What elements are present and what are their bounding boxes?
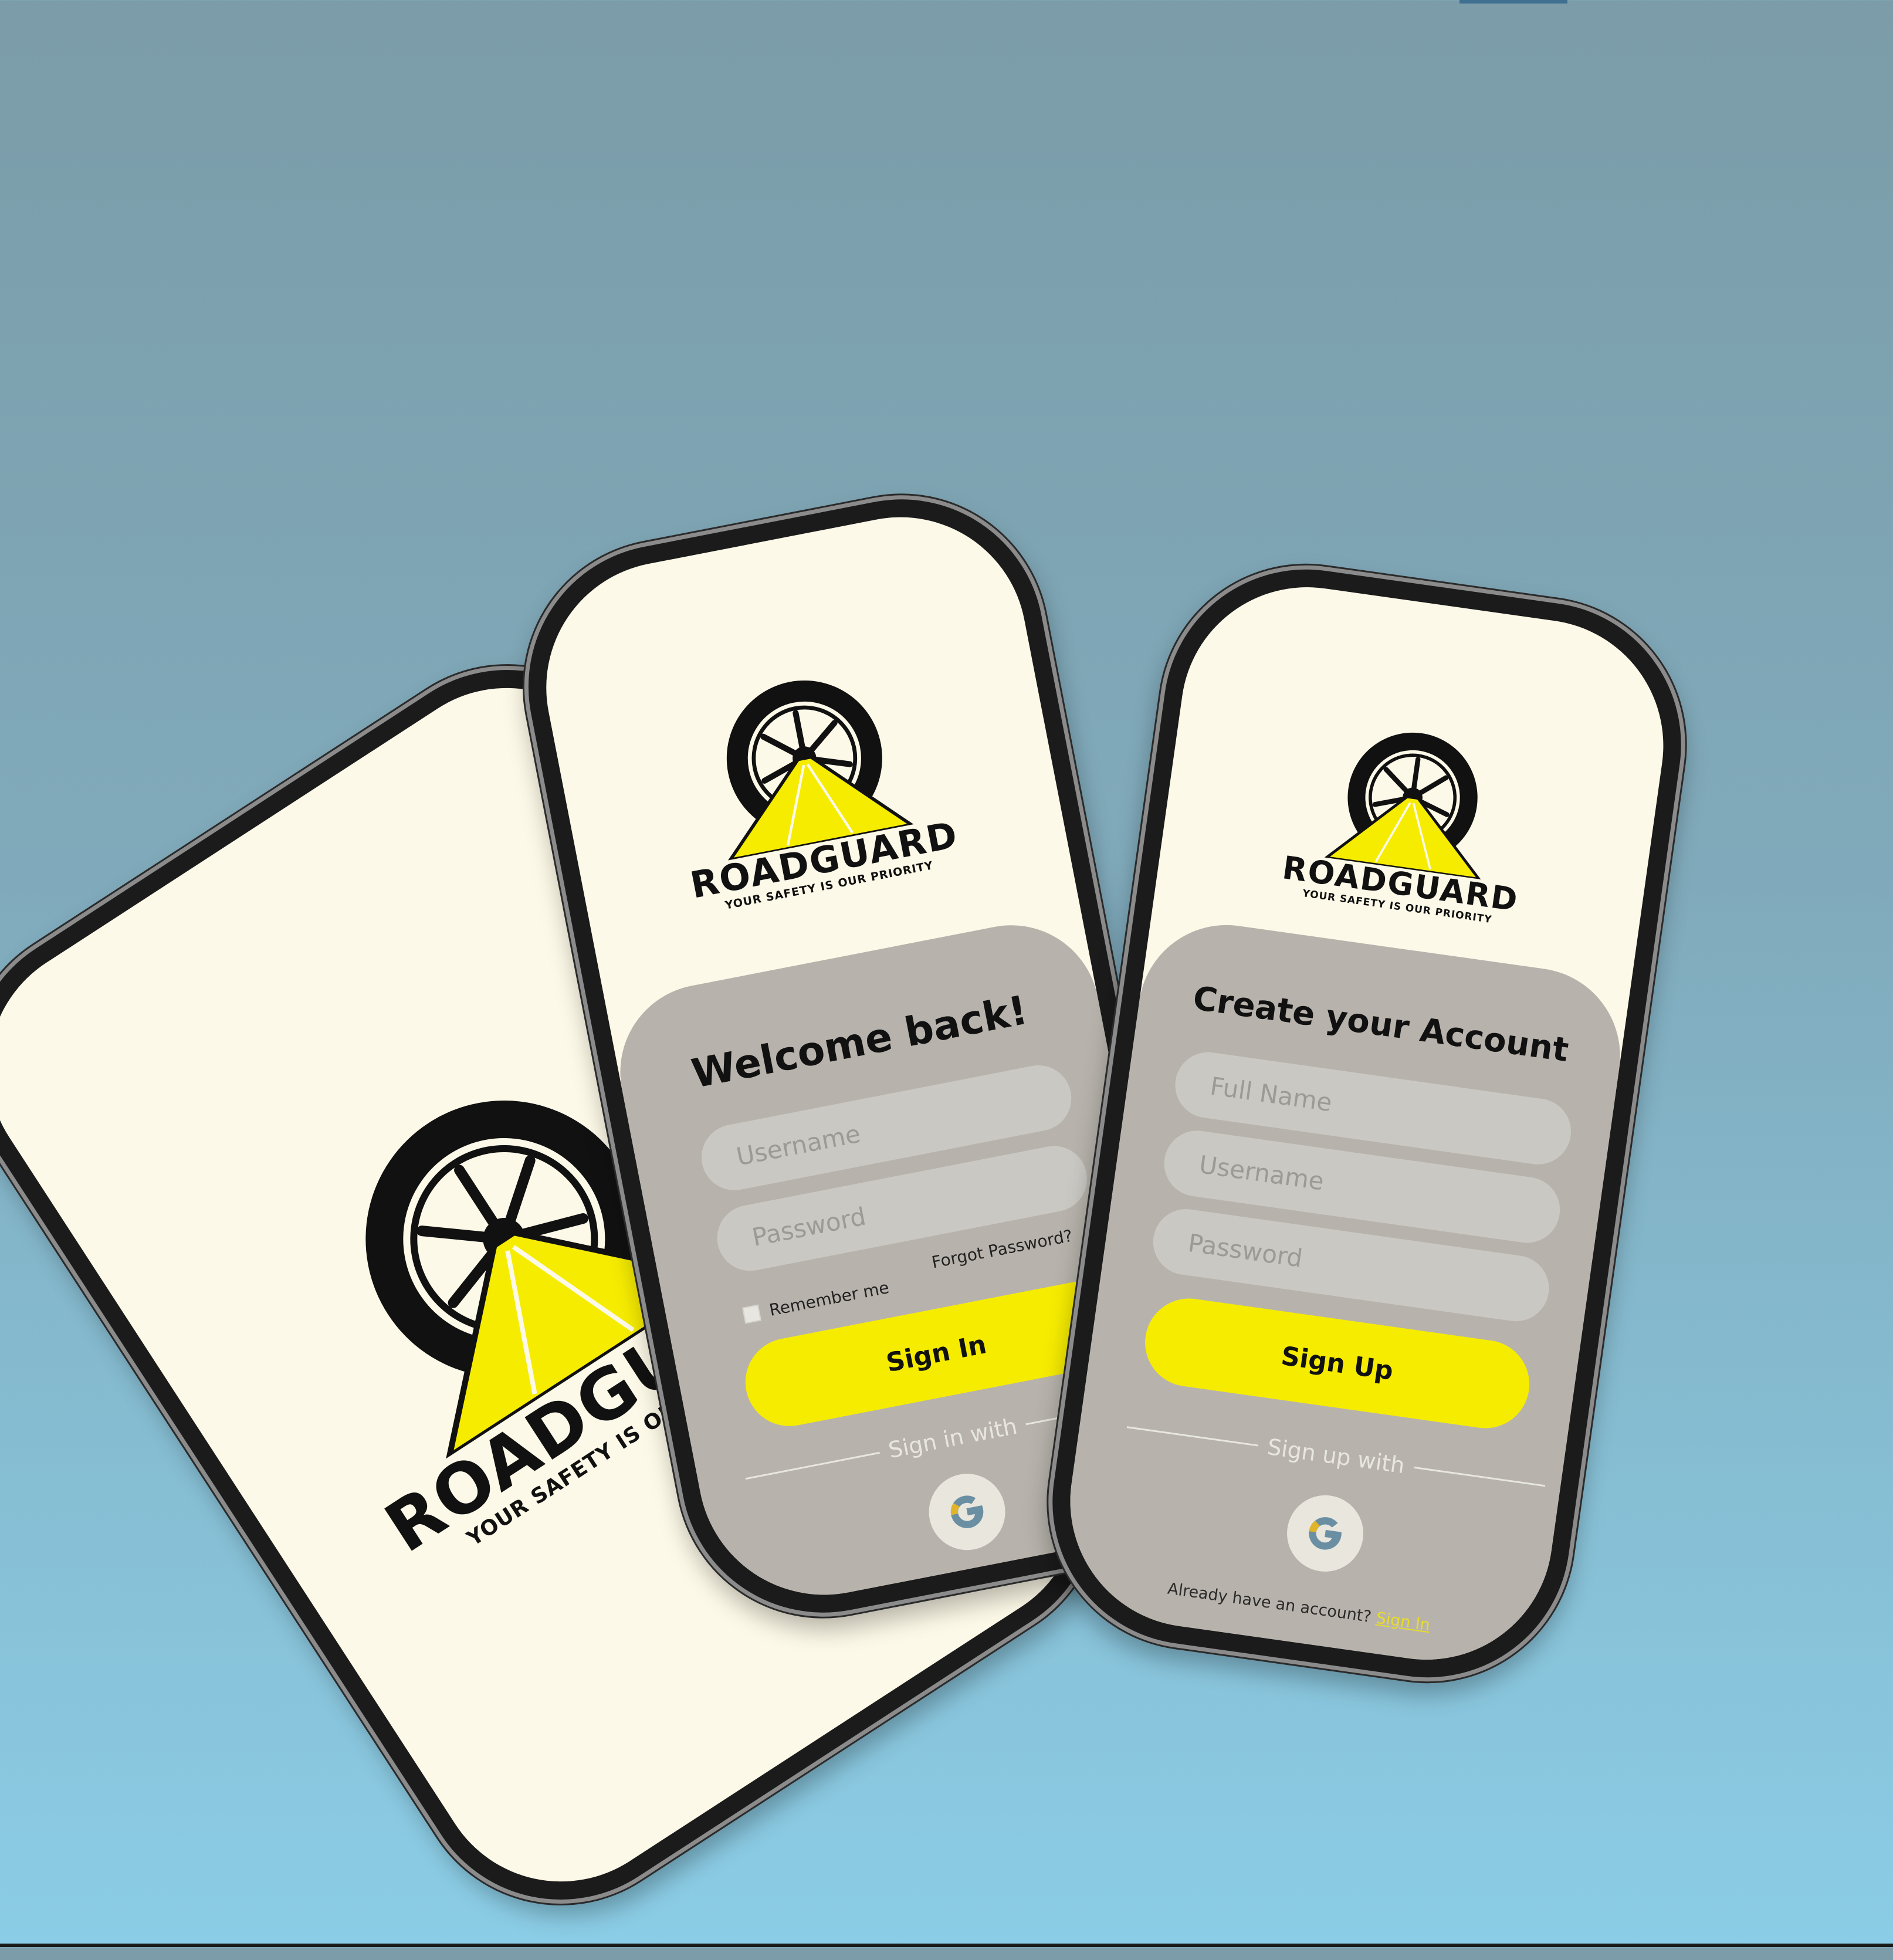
remember-me-label: Remember me: [767, 1277, 891, 1320]
tire-road-logo-icon: [1323, 732, 1482, 881]
sign-in-with-label: Sign in with: [886, 1413, 1020, 1464]
phone-signup: ROADGUARD YOUR SAFETY IS OUR PRIORITY Cr…: [1029, 546, 1705, 1701]
forgot-password-link[interactable]: Forgot Password?: [930, 1226, 1075, 1272]
google-signin-button[interactable]: [922, 1467, 1012, 1557]
sign-in-link[interactable]: Sign In: [1375, 1609, 1431, 1635]
divider-line-right: [1413, 1466, 1546, 1487]
login-logo: ROADGUARD YOUR SAFETY IS OUR PRIORITY: [550, 628, 1068, 937]
signup-panel: Create your Account Sign Up Sign up with…: [1054, 913, 1632, 1676]
google-icon: [950, 1495, 984, 1528]
divider-line-left: [1126, 1426, 1259, 1447]
google-icon: [1309, 1517, 1342, 1550]
bottom-edge-bar: [0, 1944, 1893, 1947]
sign-up-with-label: Sign up with: [1265, 1434, 1407, 1479]
divider-line-left: [745, 1451, 880, 1480]
signup-screen: ROADGUARD YOUR SAFETY IS OUR PRIORITY Cr…: [1054, 571, 1680, 1676]
signin-prompt: Already have an account? Sign In: [1058, 1565, 1540, 1650]
remember-me-checkbox[interactable]: [742, 1304, 761, 1324]
signup-logo: ROADGUARD YOUR SAFETY IS OUR PRIORITY: [1157, 693, 1662, 946]
signin-prompt-text: Already have an account?: [1166, 1579, 1373, 1627]
google-signup-button[interactable]: [1282, 1490, 1369, 1577]
top-accent-bar: [1459, 0, 1567, 4]
